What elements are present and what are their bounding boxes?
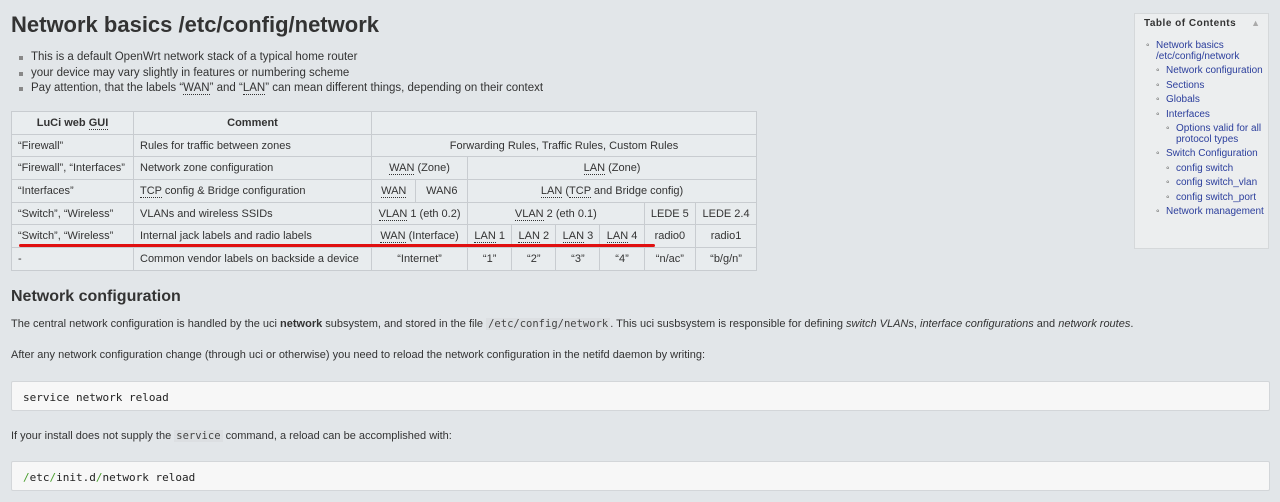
- cell-port1: “1”: [467, 247, 513, 271]
- table-row: “Switch”, “Wireless” VLANs and wireless …: [11, 201, 757, 226]
- cell-wan6: WAN6: [415, 179, 469, 203]
- cell-comment: Common vendor labels on backside a devic…: [133, 247, 372, 271]
- table-row: “Firewall” Rules for traffic between zon…: [11, 133, 757, 158]
- cell-lan-zone: LAN (Zone): [467, 156, 757, 181]
- toc-item[interactable]: Sections: [1156, 80, 1266, 92]
- inline-code-path: /etc/config/network: [486, 318, 611, 330]
- cell-luci: “Firewall”, “Interfaces”: [11, 156, 134, 181]
- table-header-row: LuCi web GUI Comment: [11, 111, 757, 135]
- luci-mapping-table: LuCi web GUI Comment “Firewall” Rules fo…: [11, 111, 757, 271]
- intro-item: This is a default OpenWrt network stack …: [18, 50, 543, 66]
- code-block-service-reload[interactable]: service network reload: [11, 381, 1270, 411]
- toc-item[interactable]: Globals: [1156, 94, 1266, 106]
- cell-value: Forwarding Rules, Traffic Rules, Custom …: [371, 133, 757, 158]
- abbr-lan: LAN: [242, 82, 266, 95]
- toc-item[interactable]: Options valid for all protocol types: [1166, 123, 1266, 145]
- paragraph-central-config: The central network configuration is han…: [11, 318, 1134, 330]
- intro-list: This is a default OpenWrt network stack …: [11, 50, 543, 97]
- toc-collapse-icon[interactable]: ▲: [1251, 18, 1260, 28]
- cell-luci: “Switch”, “Wireless”: [11, 201, 134, 226]
- code-block-init-reload[interactable]: /etc/init.d/network reload: [11, 461, 1270, 491]
- toc-item[interactable]: Interfaces Options valid for all protoco…: [1156, 109, 1266, 146]
- paragraph-no-service: If your install does not supply the serv…: [11, 430, 452, 442]
- cell-luci: “Interfaces”: [11, 179, 134, 203]
- paragraph-reload-info: After any network configuration change (…: [11, 349, 706, 361]
- cell-port2: “2”: [511, 247, 557, 271]
- cell-comment: Network zone configuration: [133, 156, 372, 181]
- cell-wan-zone: WAN (Zone): [370, 156, 469, 181]
- table-row: “Interfaces” TCP config & Bridge configu…: [11, 179, 757, 203]
- red-highlight-line: [19, 244, 655, 247]
- cell-internet: “Internet”: [370, 247, 469, 271]
- inline-code-service: service: [174, 430, 223, 442]
- cell-luci: “Firewall”: [11, 133, 134, 158]
- toc-item[interactable]: config switch: [1166, 163, 1266, 175]
- table-of-contents: Table of Contents ▲ Network basics /etc/…: [1134, 13, 1269, 249]
- cell-nac: “n/ac”: [643, 247, 697, 271]
- cell-bgn: “b/g/n”: [695, 247, 757, 271]
- cell-comment: Rules for traffic between zones: [133, 133, 372, 158]
- intro-item: your device may vary slightly in feature…: [18, 66, 543, 82]
- toc-item[interactable]: Network configuration: [1156, 65, 1266, 77]
- cell-vlan1: VLAN 1 (eth 0.2): [370, 201, 469, 226]
- header-luci-web-gui: LuCi web GUI: [11, 111, 134, 135]
- header-comment: Comment: [133, 111, 372, 135]
- cell-port4: “4”: [599, 247, 645, 271]
- cell-lede24: LEDE 2.4: [695, 201, 757, 226]
- table-row: “Firewall”, “Interfaces” Network zone co…: [11, 156, 757, 181]
- toc-item[interactable]: config switch_port: [1166, 192, 1266, 204]
- cell-radio1: radio1: [695, 224, 757, 249]
- header-blank: [371, 111, 757, 135]
- intro-item: Pay attention, that the labels “WAN” and…: [18, 81, 543, 97]
- toc-title: Table of Contents: [1144, 18, 1237, 29]
- cell-lede5: LEDE 5: [643, 201, 697, 226]
- abbr-wan: WAN: [183, 82, 210, 95]
- cell-port3: “3”: [555, 247, 601, 271]
- toc-list: Network basics /etc/config/network Netwo…: [1146, 40, 1266, 222]
- table-row: - Common vendor labels on backside a dev…: [11, 247, 757, 271]
- cell-wan: WAN: [370, 179, 417, 203]
- toc-item[interactable]: config switch_vlan: [1166, 177, 1266, 189]
- page-title: Network basics /etc/config/network: [11, 12, 379, 37]
- cell-luci: -: [11, 247, 134, 271]
- cell-lan-bridge: LAN (TCP and Bridge config): [467, 179, 757, 203]
- toc-item[interactable]: Network basics /etc/config/network Netwo…: [1146, 40, 1266, 218]
- cell-comment: TCP config & Bridge configuration: [133, 179, 372, 203]
- cell-vlan2: VLAN 2 (eth 0.1): [467, 201, 645, 226]
- section-heading-network-configuration: Network configuration: [11, 288, 181, 305]
- toc-item[interactable]: Switch Configuration config switch confi…: [1156, 148, 1266, 204]
- toc-item[interactable]: Network management: [1156, 206, 1266, 218]
- cell-comment: VLANs and wireless SSIDs: [133, 201, 372, 226]
